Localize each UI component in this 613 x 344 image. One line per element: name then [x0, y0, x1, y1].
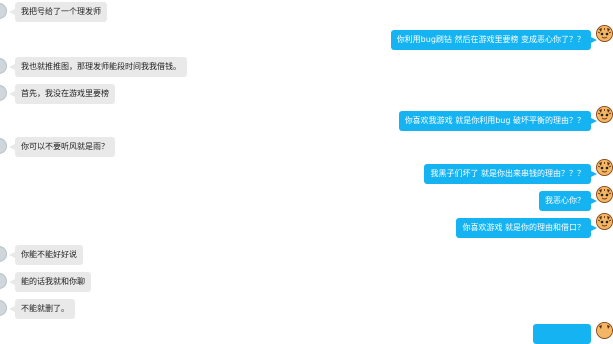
tiger-avatar-icon[interactable]: [596, 106, 613, 123]
message-bubble[interactable]: 你利用bug刷钻 然后在游戏里要榜 变成恶心你了？？: [390, 30, 591, 50]
tiger-avatar-icon[interactable]: [596, 213, 613, 230]
tiger-avatar-icon[interactable]: [596, 159, 613, 176]
message-left: 能的话我就和你聊: [0, 272, 613, 292]
message-bubble[interactable]: 我也就推推图，那理发师能段时间我我借钱。: [15, 57, 187, 77]
user-avatar-icon[interactable]: [0, 246, 7, 262]
message-bubble[interactable]: 你喜欢游戏 就是你的理由和借口？: [456, 218, 591, 238]
user-avatar-icon[interactable]: [0, 273, 7, 289]
message-right: 你喜欢我游戏 就是你利用bug 破坏平衡的理由？？: [0, 106, 613, 131]
user-avatar-icon[interactable]: [0, 3, 7, 19]
message-bubble[interactable]: 不能就删了。: [15, 299, 75, 319]
message-bubble[interactable]: 我黑子们坏了 就是你出来串钱的理由？？？: [424, 164, 591, 184]
message-bubble[interactable]: [533, 324, 591, 344]
message-bubble[interactable]: 我恶心你？: [539, 191, 591, 211]
message-bubble[interactable]: 我把号给了一个理发师: [15, 2, 107, 22]
message-right: 我黑子们坏了 就是你出来串钱的理由？？？: [0, 159, 613, 184]
tiger-avatar-icon[interactable]: [596, 25, 613, 42]
message-right: [0, 322, 613, 344]
user-avatar-icon[interactable]: [0, 85, 7, 101]
message-left: 不能就删了。: [0, 299, 613, 319]
message-bubble[interactable]: 首先，我没在游戏里要榜: [15, 84, 115, 104]
user-avatar-icon[interactable]: [0, 300, 7, 316]
message-bubble[interactable]: 你能不能好好说: [15, 245, 83, 265]
message-right: 你喜欢游戏 就是你的理由和借口？: [0, 213, 613, 238]
message-left: 首先，我没在游戏里要榜: [0, 84, 613, 104]
message-right: 你利用bug刷钻 然后在游戏里要榜 变成恶心你了？？: [0, 25, 613, 50]
chat-log: 我把号给了一个理发师 你利用bug刷钻 然后在游戏里要榜 变成恶心你了？？ 我也…: [0, 0, 613, 344]
message-bubble[interactable]: 能的话我就和你聊: [15, 272, 91, 292]
message-bubble[interactable]: 你可以不要听风就是雨？: [15, 137, 115, 157]
message-left: 你可以不要听风就是雨？: [0, 137, 613, 157]
tiger-avatar-icon[interactable]: [596, 322, 613, 339]
message-left: 我把号给了一个理发师: [0, 2, 613, 22]
message-bubble[interactable]: 你喜欢我游戏 就是你利用bug 破坏平衡的理由？？: [398, 111, 591, 131]
message-left: 我也就推推图，那理发师能段时间我我借钱。: [0, 57, 613, 77]
message-left: 你能不能好好说: [0, 245, 613, 265]
user-avatar-icon[interactable]: [0, 138, 7, 154]
tiger-avatar-icon[interactable]: [596, 186, 613, 203]
message-right: 我恶心你？: [0, 186, 613, 211]
user-avatar-icon[interactable]: [0, 58, 7, 74]
